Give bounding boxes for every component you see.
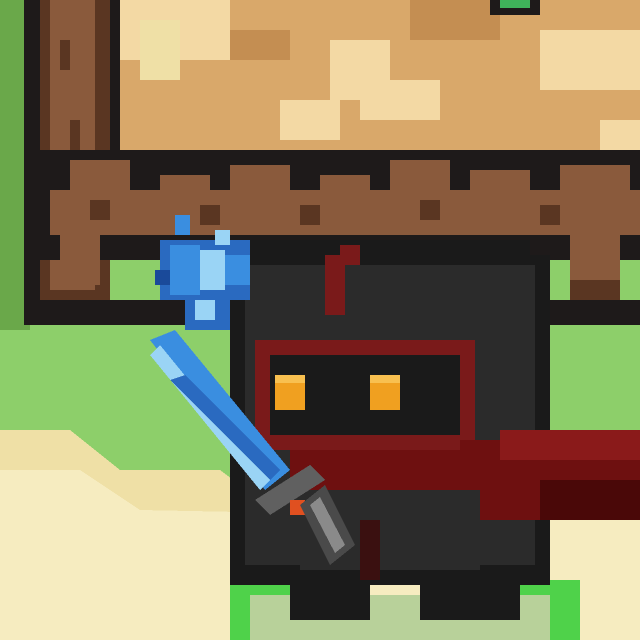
crystal-shard-icon [155, 215, 250, 330]
game-viewport [0, 0, 640, 640]
